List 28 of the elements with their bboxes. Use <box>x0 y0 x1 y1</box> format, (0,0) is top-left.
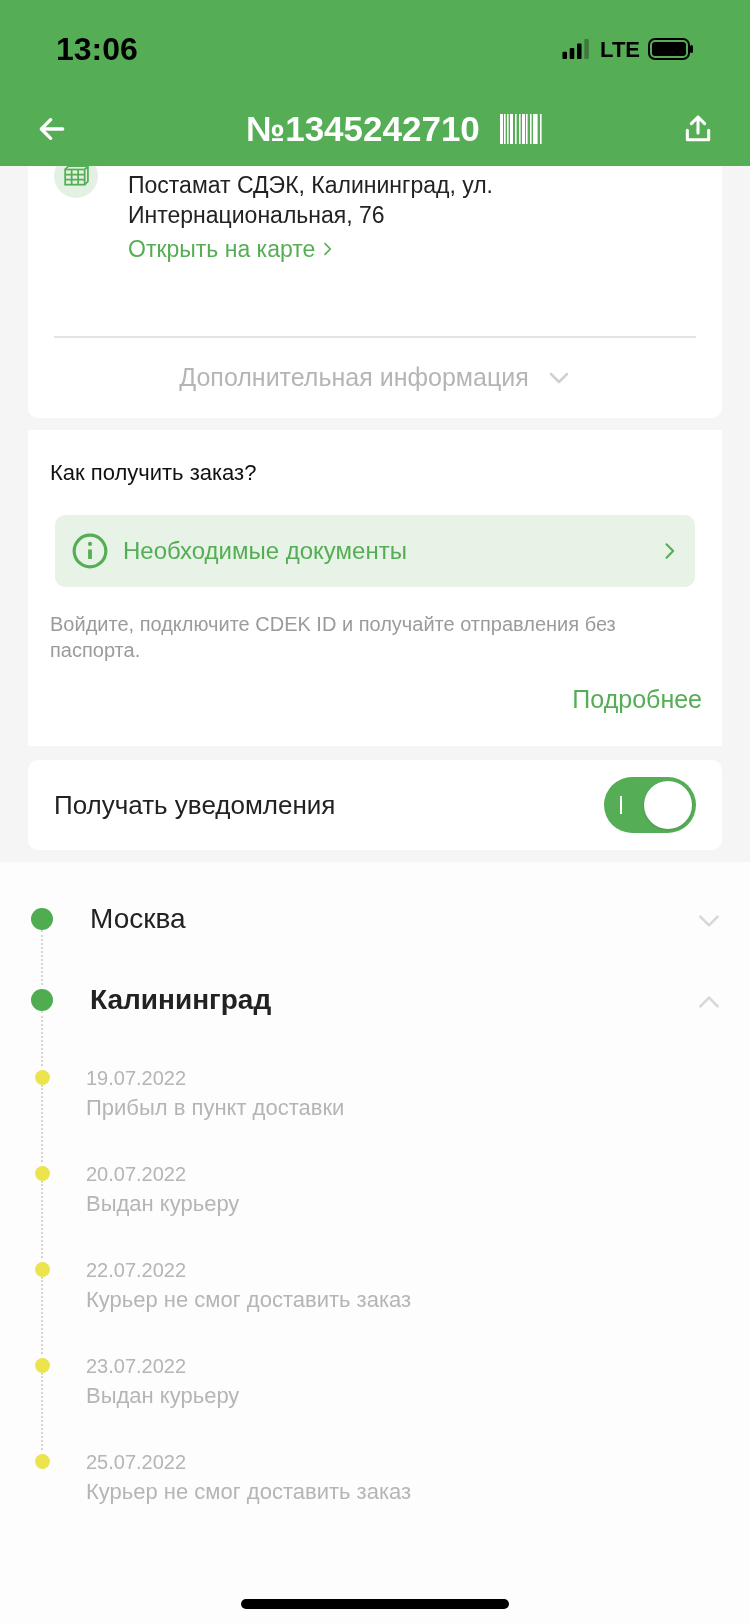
card-title: Как получить заказ? <box>50 459 258 487</box>
notifications-switch[interactable] <box>604 777 696 833</box>
event-date: 19.07.2022 <box>86 1066 188 1090</box>
status-time: 13:06 <box>56 30 138 69</box>
city-row[interactable]: Москва <box>90 904 750 985</box>
info-icon <box>71 532 109 570</box>
barcode-icon[interactable] <box>499 114 544 144</box>
network-label: LTE <box>600 35 640 64</box>
event-status: Выдан курьеру <box>86 1190 240 1218</box>
pickup-address: Постамат СДЭК, Калининград, ул. Интернациональная, 76 <box>128 171 494 230</box>
event-status: Прибыл в пункт доставки <box>86 1094 345 1122</box>
event-status: Курьер не смог доставить заказ <box>86 1286 412 1314</box>
more-link[interactable]: Подробнее <box>572 681 702 719</box>
switch-thumb <box>644 781 692 829</box>
documents-button[interactable]: Необходимые документы <box>55 515 695 587</box>
event-date: 23.07.2022 <box>86 1354 188 1378</box>
city-row[interactable]: Калининград <box>90 985 750 1066</box>
notifications-label: Получать уведомления <box>54 788 336 822</box>
cdek-id-note: Войдите, подключите CDEK ID и получайте отправления без паспорта. <box>50 612 617 663</box>
event-date: 20.07.2022 <box>86 1162 188 1186</box>
order-number: №1345242710 <box>246 107 480 150</box>
map-link[interactable]: Открыть на карте <box>128 232 548 266</box>
event-date: 25.07.2022 <box>86 1450 188 1474</box>
event-status: Выдан курьеру <box>86 1382 240 1410</box>
event-date: 22.07.2022 <box>86 1258 188 1282</box>
battery-icon <box>648 38 694 60</box>
more-info-toggle[interactable]: Дополнительная информация <box>28 338 722 418</box>
event-status: Курьер не смог доставить заказ <box>86 1478 412 1506</box>
